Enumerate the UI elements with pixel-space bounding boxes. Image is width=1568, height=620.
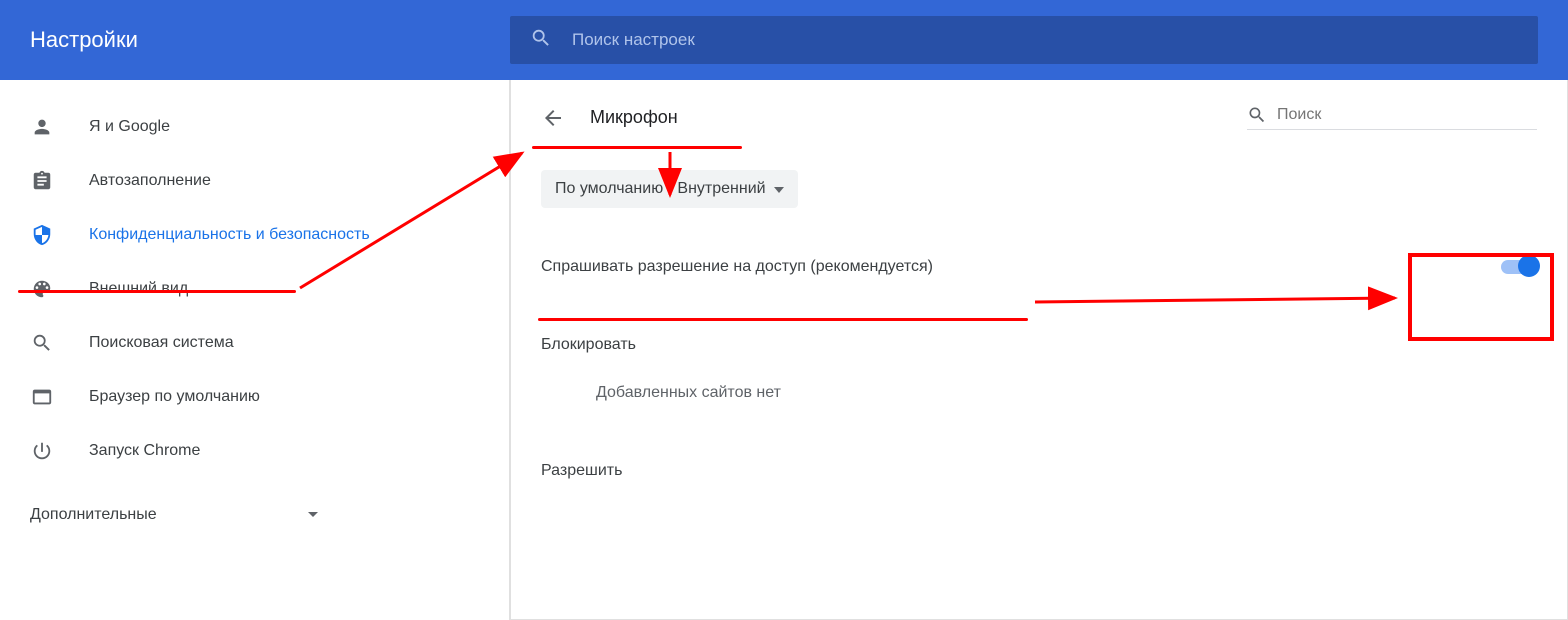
sidebar-item-autofill[interactable]: Автозаполнение xyxy=(0,154,509,208)
sidebar-item-label: Браузер по умолчанию xyxy=(89,386,260,408)
page-header: Микрофон xyxy=(541,105,1537,130)
sidebar-expand-advanced[interactable]: Дополнительные xyxy=(0,488,509,542)
microphone-device-dropdown[interactable]: По умолчанию - Внутренний xyxy=(541,170,798,208)
ask-permission-row: Спрашивать разрешение на доступ (рекомен… xyxy=(541,258,1537,276)
sidebar-item-appearance[interactable]: Внешний вид xyxy=(0,262,509,316)
sidebar-item-startup[interactable]: Запуск Chrome xyxy=(0,424,509,478)
app-title: Настройки xyxy=(30,27,510,53)
chevron-down-icon xyxy=(307,506,319,524)
sidebar-item-search-engine[interactable]: Поисковая система xyxy=(0,316,509,370)
back-button[interactable] xyxy=(541,106,565,130)
sidebar-item-default-browser[interactable]: Браузер по умолчанию xyxy=(0,370,509,424)
allow-section-heading: Разрешить xyxy=(541,462,1537,480)
sidebar-item-you-and-google[interactable]: Я и Google xyxy=(0,100,509,154)
power-icon xyxy=(30,439,54,463)
sidebar-item-label: Поисковая система xyxy=(89,332,234,354)
shield-icon xyxy=(30,223,54,247)
search-icon xyxy=(30,331,54,355)
page-title: Микрофон xyxy=(590,107,678,128)
ask-permission-toggle[interactable] xyxy=(1501,260,1537,274)
browser-icon xyxy=(30,385,54,409)
header-search-input[interactable] xyxy=(572,30,1518,50)
sidebar: Я и Google Автозаполнение Конфиденциальн… xyxy=(0,80,510,620)
ask-permission-label: Спрашивать разрешение на доступ (рекомен… xyxy=(541,258,933,276)
main-content: Микрофон По умолчанию - Внутренний Спраш… xyxy=(510,80,1568,620)
sidebar-item-label: Автозаполнение xyxy=(89,170,211,192)
block-empty-text: Добавленных сайтов нет xyxy=(541,384,1537,402)
search-icon xyxy=(530,27,572,54)
sidebar-item-label: Я и Google xyxy=(89,116,170,138)
clipboard-icon xyxy=(30,169,54,193)
person-icon xyxy=(30,115,54,139)
header-search[interactable] xyxy=(510,16,1538,64)
palette-icon xyxy=(30,277,54,301)
sidebar-expand-label: Дополнительные xyxy=(30,506,157,524)
search-icon xyxy=(1247,105,1267,125)
block-section-heading: Блокировать xyxy=(541,336,1537,354)
sidebar-item-label: Внешний вид xyxy=(89,278,188,300)
sidebar-item-label: Конфиденциальность и безопасность xyxy=(89,224,370,246)
sidebar-item-label: Запуск Chrome xyxy=(89,440,200,462)
dropdown-label: По умолчанию - Внутренний xyxy=(555,180,766,198)
page-search[interactable] xyxy=(1247,105,1537,130)
sidebar-item-privacy-security[interactable]: Конфиденциальность и безопасность xyxy=(0,208,509,262)
page-search-input[interactable] xyxy=(1277,106,1537,124)
app-header: Настройки xyxy=(0,0,1568,80)
chevron-down-icon xyxy=(774,180,784,198)
arrow-left-icon xyxy=(541,106,565,130)
